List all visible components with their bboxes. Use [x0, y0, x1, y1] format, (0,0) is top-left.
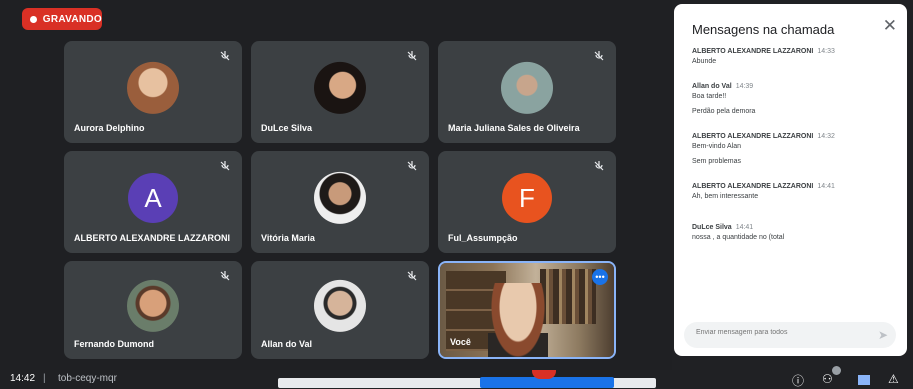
bar-separator: | [43, 373, 46, 384]
mic-off-icon [407, 161, 417, 171]
message-sender: Allan do Val [692, 83, 732, 90]
message-time: 14:32 [817, 133, 835, 140]
participant-avatar [127, 61, 179, 114]
participant-tile[interactable]: Maria Juliana Sales de Oliveira [438, 41, 616, 143]
participant-name: Maria Juliana Sales de Oliveira [448, 123, 580, 133]
participant-tile[interactable]: Vitória Maria [251, 151, 429, 253]
message-sender: ALBERTO ALEXANDRE LAZZARONI [692, 48, 814, 55]
chat-message: ALBERTO ALEXANDRE LAZZARONI 14:33 Abunde [692, 48, 892, 65]
message-sender: DuLce Silva [692, 224, 732, 231]
chat-message: Allan do Val 14:39 Boa tarde!! Perdão pel… [692, 83, 892, 115]
participant-avatar: F [502, 173, 552, 223]
participant-name: ALBERTO ALEXANDRE LAZZARONI [74, 233, 230, 243]
self-person [488, 283, 548, 357]
participant-tile[interactable]: F Ful_Assumpção [438, 151, 616, 253]
mic-off-icon [220, 161, 230, 171]
message-text: Bem-vindo Alan [692, 143, 742, 150]
participant-tile[interactable]: Fernando Dumond [64, 261, 242, 359]
message-text: Abunde [692, 58, 717, 65]
bottom-bar: 14:42 | tob-ceqy-mqr ⓘ ⚇ ⚠ [0, 366, 913, 389]
message-time: 14:33 [817, 48, 835, 55]
recording-badge: GRAVANDO [22, 8, 102, 30]
notification-badge-icon [832, 366, 841, 375]
participant-name: Você [450, 337, 471, 347]
meeting-code: tob-ceqy-mqr [58, 373, 117, 384]
participant-avatar [501, 61, 553, 114]
participant-avatar [127, 279, 179, 332]
participant-avatar [314, 171, 366, 224]
participant-name: DuLce Silva [261, 123, 313, 133]
participant-tile[interactable]: Aurora Delphino [64, 41, 242, 143]
participant-name: Fernando Dumond [74, 339, 154, 349]
chat-title: Mensagens na chamada [692, 22, 835, 37]
participant-name: Ful_Assumpção [448, 233, 518, 243]
mic-off-icon [594, 51, 604, 61]
chat-icon[interactable] [858, 375, 870, 385]
participant-avatar [314, 61, 366, 114]
self-video-tile[interactable]: ••• Você [438, 261, 616, 359]
send-icon[interactable]: ➤ [878, 328, 888, 342]
message-text: Sem problemas [692, 158, 742, 165]
message-sender: ALBERTO ALEXANDRE LAZZARONI [692, 133, 814, 140]
chat-panel: Mensagens na chamada ✕ ALBERTO ALEXANDRE… [674, 4, 907, 356]
mic-off-icon [594, 161, 604, 171]
leave-call-button[interactable] [532, 370, 556, 379]
participant-tile[interactable]: A ALBERTO ALEXANDRE LAZZARONI [64, 151, 242, 253]
participant-tile[interactable]: DuLce Silva [251, 41, 429, 143]
message-text: nossa , a quantidade no (total [692, 234, 785, 241]
chat-message: ALBERTO ALEXANDRE LAZZARONI 14:32 Bem-vin… [692, 133, 892, 165]
activities-icon[interactable]: ⚠ [888, 372, 899, 386]
participant-avatar: A [128, 173, 178, 223]
message-sender: ALBERTO ALEXANDRE LAZZARONI [692, 183, 814, 190]
message-time: 14:41 [817, 183, 835, 190]
mic-off-icon [407, 51, 417, 61]
chat-composer: ➤ [684, 322, 896, 348]
meeting-stage: GRAVANDO Aurora Delphino DuLce Silva Mar… [0, 0, 672, 388]
message-time: 14:41 [735, 224, 754, 231]
message-text: Perdão pela demora [692, 108, 756, 115]
message-text: Ah, bem interessante [692, 193, 759, 200]
participant-name: Aurora Delphino [74, 123, 145, 133]
participant-avatar [314, 279, 366, 332]
mic-off-icon [407, 271, 417, 281]
meeting-clock: 14:42 [10, 373, 36, 384]
participant-tile[interactable]: Allan do Val [251, 261, 429, 359]
participant-name: Allan do Val [261, 339, 313, 349]
message-text: Boa tarde!! [692, 93, 727, 100]
mic-off-icon [220, 51, 230, 61]
chat-message: DuLce Silva 14:41 nossa , a quantidade no… [692, 224, 892, 241]
mic-off-icon [220, 271, 230, 281]
participant-name: Vitória Maria [261, 233, 315, 243]
bookshelf-right [540, 269, 596, 324]
recording-dot-icon [30, 15, 37, 23]
chat-message: ALBERTO ALEXANDRE LAZZARONI 14:41 Ah, bem… [692, 183, 892, 200]
info-icon[interactable]: ⓘ [792, 372, 804, 389]
more-options-icon[interactable]: ••• [592, 269, 608, 285]
message-time: 14:39 [735, 83, 754, 90]
recording-label: GRAVANDO [42, 13, 102, 25]
people-icon[interactable]: ⚇ [822, 372, 833, 386]
close-icon[interactable]: ✕ [883, 16, 897, 36]
chat-input[interactable] [694, 328, 868, 337]
chat-messages: ALBERTO ALEXANDRE LAZZARONI 14:33 Abunde … [692, 48, 892, 251]
